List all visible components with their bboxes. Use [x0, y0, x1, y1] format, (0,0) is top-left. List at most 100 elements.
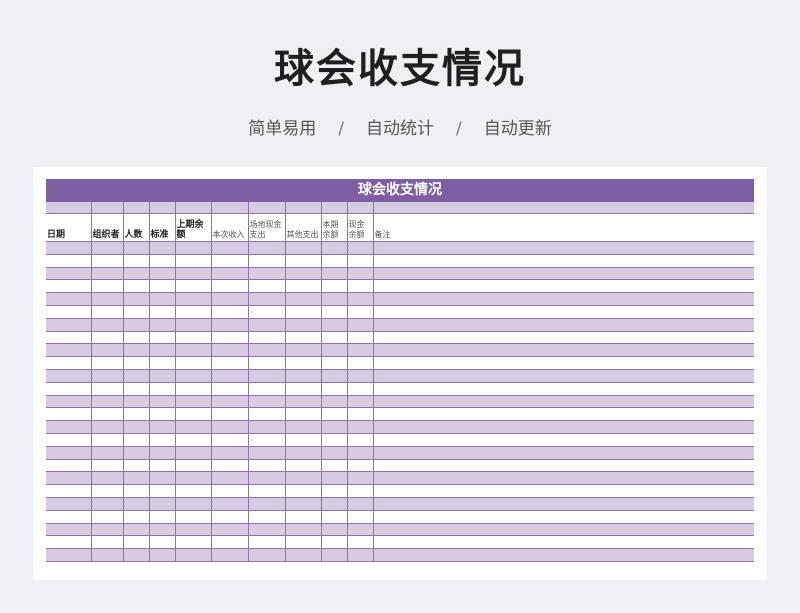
- table-cell[interactable]: [90, 407, 123, 422]
- table-cell[interactable]: [320, 279, 347, 294]
- table-cell[interactable]: [284, 407, 321, 422]
- table-cell[interactable]: [247, 459, 285, 473]
- table-cell[interactable]: [346, 369, 373, 383]
- table-cell[interactable]: [210, 305, 248, 319]
- table-cell[interactable]: [122, 356, 149, 370]
- table-cell[interactable]: [148, 459, 175, 473]
- table-cell[interactable]: [320, 446, 347, 460]
- table-cell[interactable]: [346, 356, 373, 370]
- table-cell[interactable]: [247, 343, 285, 358]
- table-cell[interactable]: [346, 446, 373, 460]
- table-cell[interactable]: [174, 471, 211, 486]
- table-cell[interactable]: [284, 343, 321, 358]
- table-cell[interactable]: [122, 535, 149, 550]
- table-cell[interactable]: [284, 433, 321, 447]
- table-cell[interactable]: [148, 241, 175, 255]
- table-cell[interactable]: [90, 254, 123, 268]
- table-cell[interactable]: [46, 407, 91, 422]
- table-cell[interactable]: [148, 433, 175, 447]
- table-cell[interactable]: [90, 279, 123, 294]
- table-cell[interactable]: [174, 535, 211, 550]
- table-cell[interactable]: [247, 471, 285, 486]
- table-cell[interactable]: [320, 497, 347, 511]
- table-cell[interactable]: [247, 433, 285, 447]
- table-cell[interactable]: [210, 343, 248, 358]
- table-cell[interactable]: [284, 382, 321, 396]
- table-cell[interactable]: [247, 331, 285, 345]
- table-cell[interactable]: [210, 267, 248, 281]
- table-cell[interactable]: [346, 318, 373, 332]
- table-cell[interactable]: [346, 548, 373, 562]
- table-cell[interactable]: [210, 446, 248, 460]
- table-cell[interactable]: [148, 548, 175, 562]
- table-cell[interactable]: [122, 446, 149, 460]
- table-cell[interactable]: [346, 484, 373, 498]
- table-cell[interactable]: [122, 548, 149, 562]
- table-cell[interactable]: [148, 267, 175, 281]
- table-cell[interactable]: [46, 497, 91, 511]
- table-cell[interactable]: [372, 407, 754, 422]
- table-cell[interactable]: [210, 395, 248, 409]
- table-cell[interactable]: [210, 535, 248, 550]
- table-cell[interactable]: [346, 279, 373, 294]
- table-cell[interactable]: [122, 510, 149, 524]
- table-cell[interactable]: [210, 548, 248, 562]
- table-cell[interactable]: [122, 331, 149, 345]
- table-cell[interactable]: [372, 420, 754, 434]
- table-cell[interactable]: [372, 343, 754, 358]
- table-cell[interactable]: [174, 407, 211, 422]
- table-cell[interactable]: [247, 497, 285, 511]
- table-cell[interactable]: [46, 318, 91, 332]
- table-cell[interactable]: [247, 446, 285, 460]
- table-cell[interactable]: [174, 318, 211, 332]
- table-cell[interactable]: [148, 369, 175, 383]
- table-cell[interactable]: [346, 343, 373, 358]
- table-cell[interactable]: [174, 267, 211, 281]
- table-cell[interactable]: [320, 535, 347, 550]
- table-cell[interactable]: [148, 254, 175, 268]
- table-cell[interactable]: [284, 420, 321, 434]
- table-cell[interactable]: [247, 369, 285, 383]
- table-cell[interactable]: [148, 420, 175, 434]
- table-cell[interactable]: [46, 471, 91, 486]
- table-cell[interactable]: [284, 471, 321, 486]
- table-cell[interactable]: [372, 523, 754, 537]
- table-cell[interactable]: [247, 407, 285, 422]
- table-cell[interactable]: [247, 241, 285, 255]
- table-cell[interactable]: [174, 433, 211, 447]
- table-cell[interactable]: [46, 523, 91, 537]
- table-cell[interactable]: [174, 395, 211, 409]
- table-cell[interactable]: [320, 305, 347, 319]
- table-cell[interactable]: [90, 510, 123, 524]
- table-cell[interactable]: [284, 535, 321, 550]
- table-cell[interactable]: [372, 497, 754, 511]
- table-cell[interactable]: [46, 535, 91, 550]
- table-cell[interactable]: [372, 510, 754, 524]
- table-cell[interactable]: [320, 484, 347, 498]
- table-cell[interactable]: [346, 459, 373, 473]
- table-cell[interactable]: [247, 279, 285, 294]
- table-cell[interactable]: [210, 292, 248, 306]
- table-cell[interactable]: [90, 459, 123, 473]
- table-cell[interactable]: [174, 241, 211, 255]
- table-cell[interactable]: [247, 305, 285, 319]
- table-cell[interactable]: [122, 267, 149, 281]
- table-cell[interactable]: [247, 267, 285, 281]
- table-cell[interactable]: [284, 305, 321, 319]
- table-cell[interactable]: [148, 484, 175, 498]
- table-cell[interactable]: [122, 395, 149, 409]
- table-cell[interactable]: [174, 510, 211, 524]
- table-cell[interactable]: [284, 254, 321, 268]
- table-cell[interactable]: [174, 523, 211, 537]
- table-cell[interactable]: [46, 382, 91, 396]
- table-cell[interactable]: [320, 254, 347, 268]
- table-cell[interactable]: [320, 420, 347, 434]
- table-cell[interactable]: [122, 433, 149, 447]
- table-cell[interactable]: [210, 433, 248, 447]
- table-cell[interactable]: [346, 382, 373, 396]
- table-cell[interactable]: [372, 279, 754, 294]
- table-cell[interactable]: [372, 331, 754, 345]
- table-cell[interactable]: [90, 331, 123, 345]
- table-cell[interactable]: [210, 369, 248, 383]
- table-cell[interactable]: [122, 305, 149, 319]
